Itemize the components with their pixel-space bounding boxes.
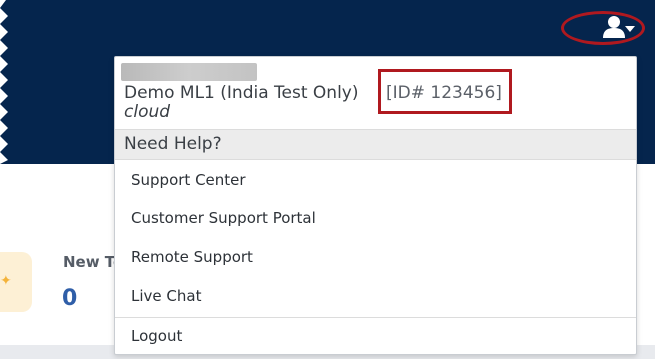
stat-value[interactable]: 0 bbox=[62, 286, 77, 311]
user-dropdown-icon bbox=[603, 16, 635, 38]
menu-item-label: Support Center bbox=[131, 171, 246, 189]
menu-item-label: Remote Support bbox=[131, 248, 253, 266]
account-name: Demo ML1 (India Test Only) bbox=[124, 83, 359, 103]
spark-icon: ✦ bbox=[0, 273, 12, 289]
account-type: cloud bbox=[124, 102, 171, 122]
stat-tile-icon: ✦ bbox=[0, 252, 32, 312]
menu-item-support-center[interactable]: Support Center bbox=[115, 163, 636, 199]
user-menu-button[interactable] bbox=[600, 12, 640, 42]
menu-divider bbox=[115, 317, 636, 318]
menu-item-label: Customer Support Portal bbox=[131, 209, 316, 227]
torn-edge-decoration bbox=[0, 0, 8, 164]
account-id: [ID# 123456] bbox=[386, 83, 502, 103]
need-help-header: Need Help? bbox=[115, 129, 636, 160]
menu-item-live-chat[interactable]: Live Chat bbox=[115, 279, 636, 315]
stat-label: New To bbox=[63, 253, 115, 271]
need-help-label: Need Help? bbox=[124, 134, 222, 154]
logout-menu-item[interactable]: Logout bbox=[115, 319, 636, 355]
account-dropdown-menu: Demo ML1 (India Test Only) [ID# 123456] … bbox=[114, 56, 637, 355]
menu-item-label: Live Chat bbox=[131, 287, 202, 305]
menu-item-customer-support-portal[interactable]: Customer Support Portal bbox=[115, 201, 636, 237]
logout-label: Logout bbox=[131, 327, 183, 345]
redacted-user-name bbox=[121, 63, 257, 81]
menu-item-remote-support[interactable]: Remote Support bbox=[115, 240, 636, 276]
